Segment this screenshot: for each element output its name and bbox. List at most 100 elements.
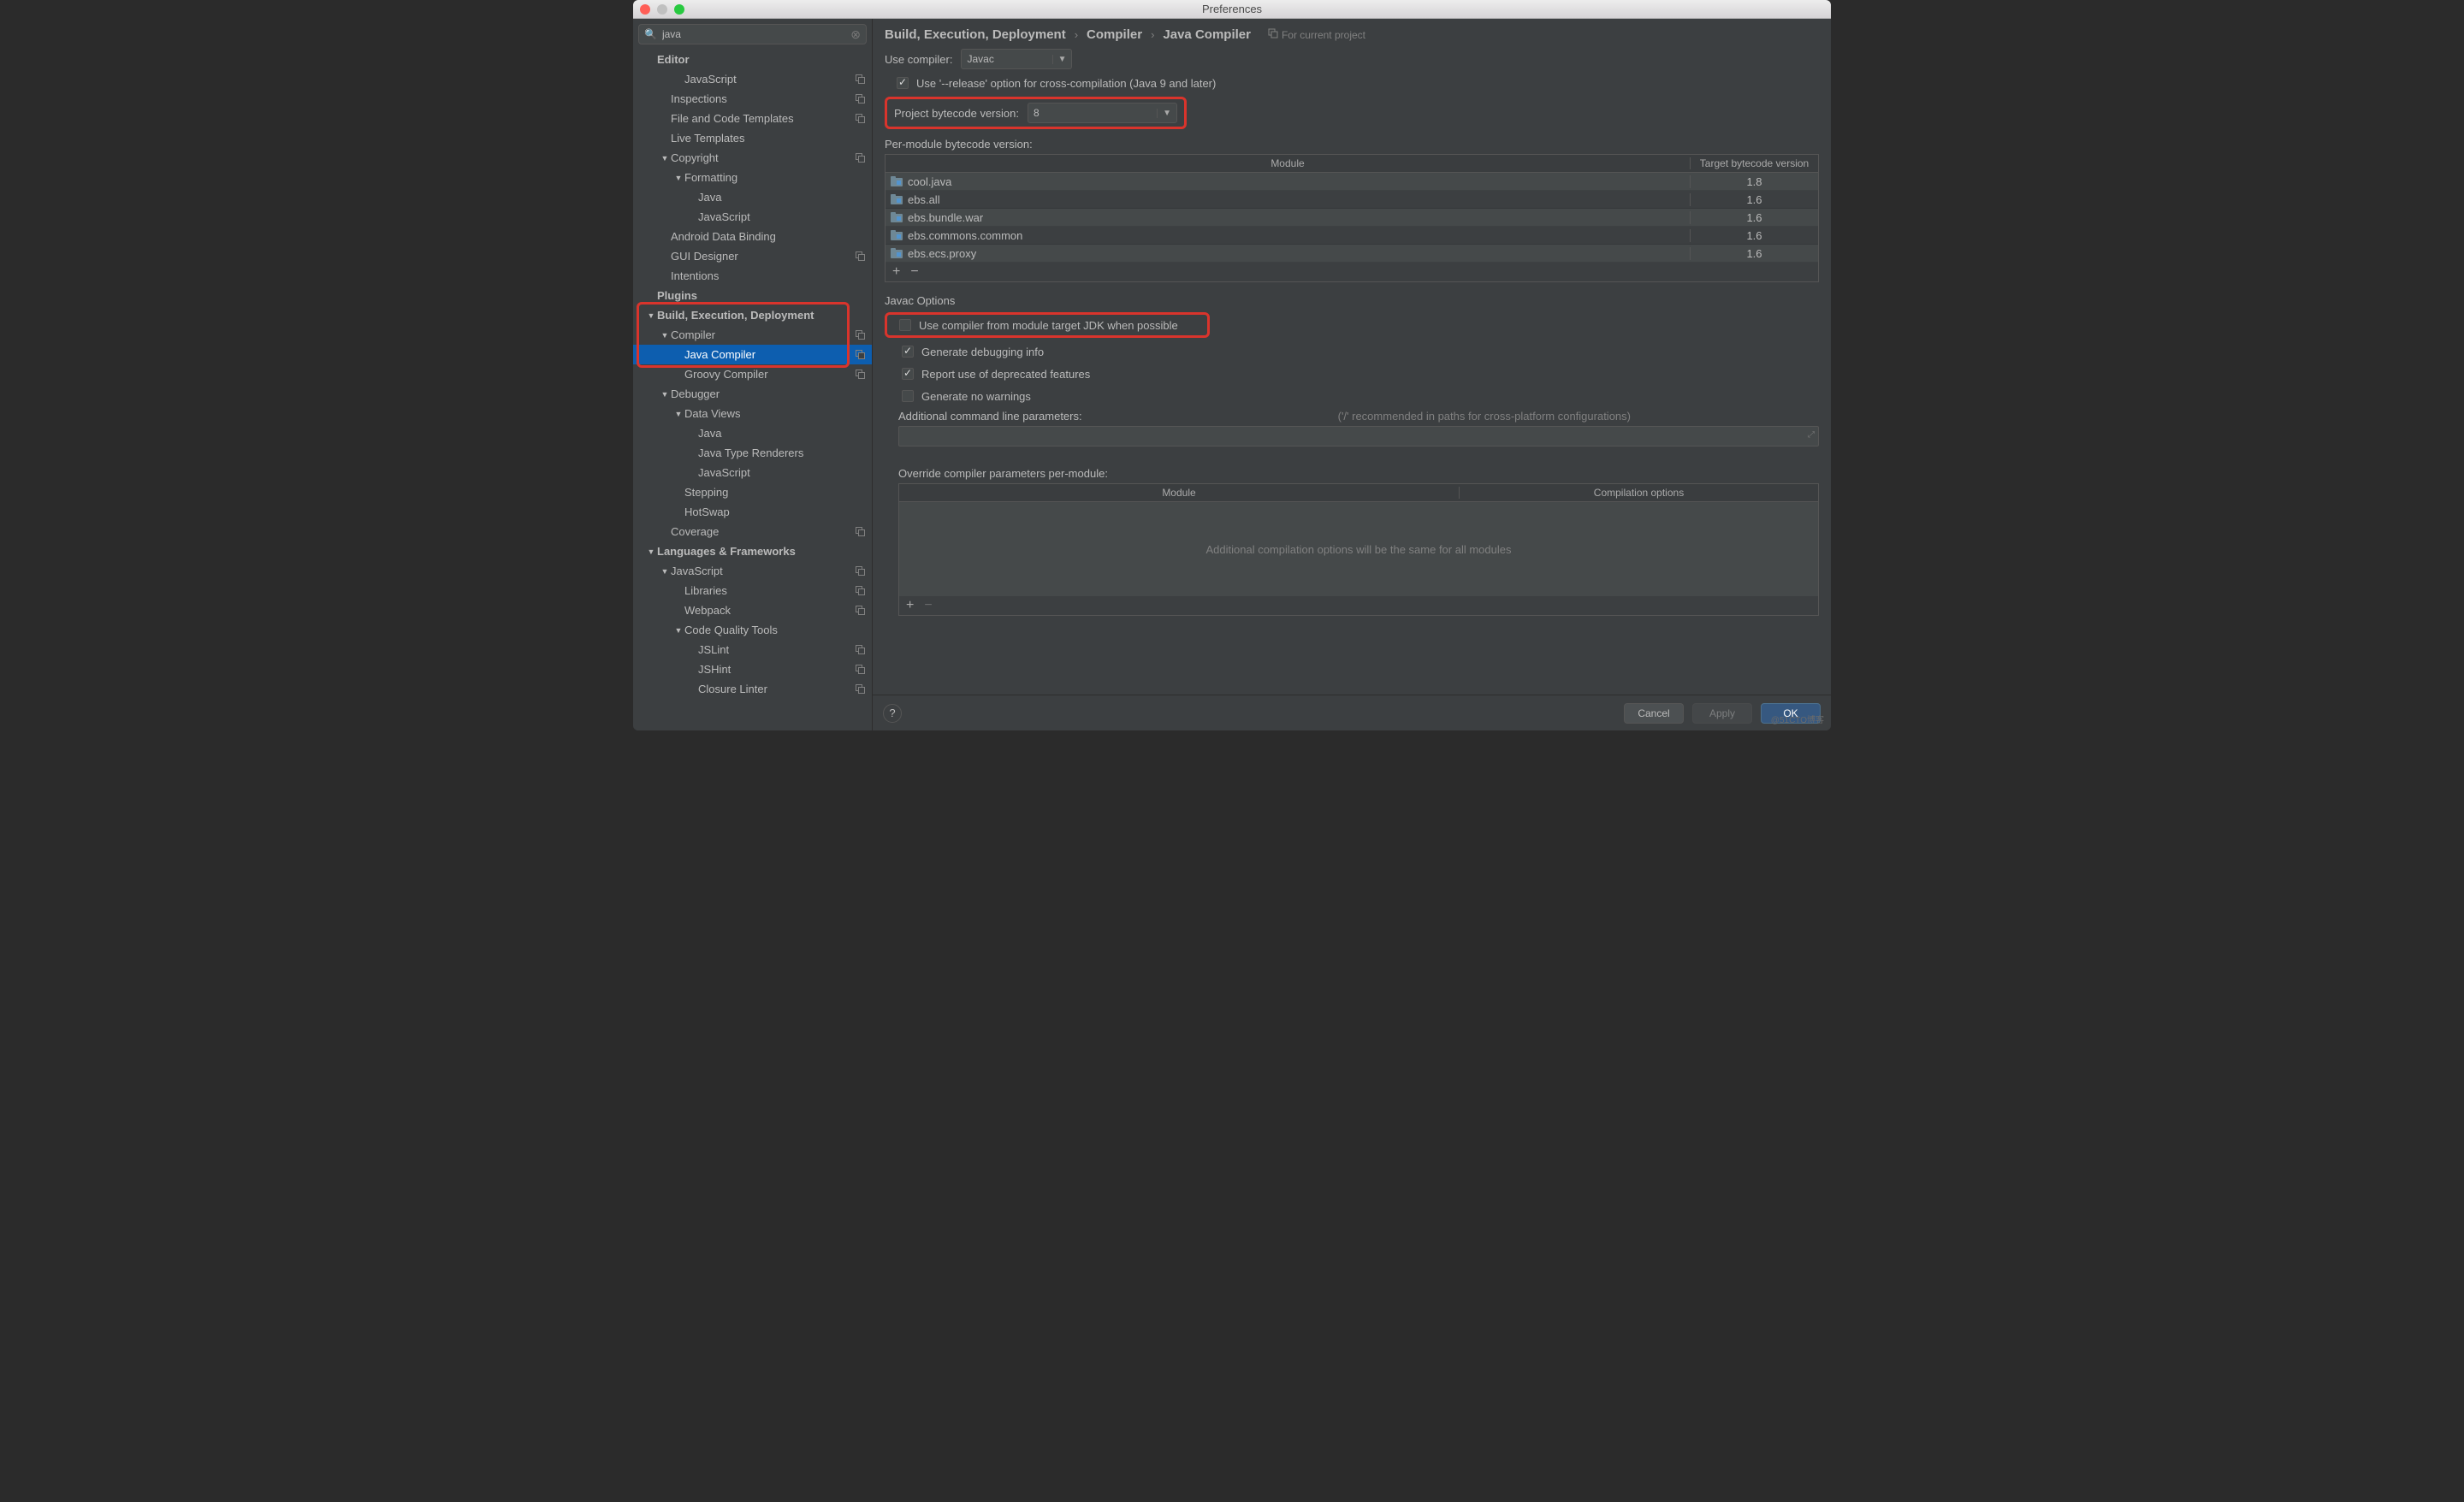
sidebar-item[interactable]: ▼Debugger [633,384,872,404]
table-row[interactable]: cool.java1.8 [886,173,1818,191]
target-bytecode-cell[interactable]: 1.6 [1690,211,1818,224]
sidebar-item[interactable]: Intentions [633,266,872,286]
sidebar-item[interactable]: JavaScript [633,207,872,227]
sidebar-item[interactable]: ▼Copyright [633,148,872,168]
deprecated-row: Report use of deprecated features [885,365,1819,382]
sidebar-item[interactable]: JSLint [633,640,872,659]
deprecated-label[interactable]: Report use of deprecated features [921,368,1090,381]
sidebar-item[interactable]: ▼Languages & Frameworks [633,541,872,561]
target-bytecode-cell[interactable]: 1.6 [1690,247,1818,260]
module-folder-icon [891,212,903,222]
table-row[interactable]: ebs.all1.6 [886,191,1818,209]
sidebar-item[interactable]: File and Code Templates [633,109,872,128]
sidebar-item[interactable]: Android Data Binding [633,227,872,246]
breadcrumb-part[interactable]: Build, Execution, Deployment [885,27,1066,42]
help-button[interactable]: ? [883,704,902,723]
sidebar-item-label: JSHint [698,663,855,676]
use-jdk-compiler-checkbox[interactable] [899,319,911,331]
titlebar: Preferences [633,0,1831,19]
tree-arrow-icon[interactable]: ▼ [645,311,657,320]
expand-icon[interactable]: ⤢ [1808,430,1815,440]
sidebar-item[interactable]: HotSwap [633,502,872,522]
sidebar-item[interactable]: ▼Data Views [633,404,872,423]
clear-search-icon[interactable]: ⊗ [850,27,861,42]
sidebar-item[interactable]: Groovy Compiler [633,364,872,384]
use-release-checkbox[interactable] [897,77,909,89]
sidebar-item[interactable]: JavaScript [633,69,872,89]
sidebar-item[interactable]: Java Type Renderers [633,443,872,463]
table-row[interactable]: ebs.commons.common1.6 [886,227,1818,245]
sidebar-item[interactable]: ▼JavaScript [633,561,872,581]
tree-arrow-icon[interactable]: ▼ [672,626,684,635]
target-bytecode-cell[interactable]: 1.6 [1690,193,1818,206]
override-options-header[interactable]: Compilation options [1459,487,1818,499]
sidebar-item[interactable]: Coverage [633,522,872,541]
sidebar-item[interactable]: Closure Linter [633,679,872,699]
javac-options-label: Javac Options [885,294,1819,307]
sidebar-item[interactable]: Java [633,423,872,443]
nowarn-label[interactable]: Generate no warnings [921,390,1031,403]
generate-debug-checkbox[interactable] [902,346,914,358]
project-bytecode-select[interactable]: 8 ▼ [1028,103,1177,123]
add-button[interactable]: + [906,600,914,612]
add-button[interactable]: + [892,266,900,278]
sidebar-item[interactable]: Inspections [633,89,872,109]
nowarn-checkbox[interactable] [902,390,914,402]
use-compiler-select[interactable]: Javac ▼ [961,49,1072,69]
override-label: Override compiler parameters per-module: [885,467,1819,480]
remove-button[interactable]: − [910,266,918,278]
tree-arrow-icon[interactable]: ▼ [645,547,657,556]
breadcrumb-part[interactable]: Compiler [1087,27,1142,42]
table-row[interactable]: ebs.ecs.proxy1.6 [886,245,1818,263]
addl-params-input[interactable]: ⤢ [898,426,1819,446]
sidebar-item[interactable]: ▼Code Quality Tools [633,620,872,640]
target-column-header[interactable]: Target bytecode version [1690,157,1818,169]
apply-button[interactable]: Apply [1692,703,1752,724]
sidebar-item-label: Intentions [671,269,867,282]
highlight-annotation-bytecode: Project bytecode version: 8 ▼ [885,97,1187,129]
override-empty-message: Additional compilation options will be t… [899,502,1818,596]
module-cell: ebs.bundle.war [886,211,1690,224]
sidebar-item[interactable]: ▼Formatting [633,168,872,187]
use-release-label[interactable]: Use '--release' option for cross-compila… [916,77,1216,90]
sidebar-item[interactable]: ▼Build, Execution, Deployment [633,305,872,325]
project-scope-icon [855,329,867,341]
remove-button[interactable]: − [924,600,932,612]
tree-arrow-icon[interactable]: ▼ [672,174,684,182]
module-column-header[interactable]: Module [886,157,1690,169]
sidebar: 🔍 ⊗ ▼EditorJavaScriptInspectionsFile and… [633,19,873,730]
target-bytecode-cell[interactable]: 1.6 [1690,229,1818,242]
sidebar-item[interactable]: ▼Compiler [633,325,872,345]
table-row[interactable]: ebs.bundle.war1.6 [886,209,1818,227]
tree-arrow-icon[interactable]: ▼ [659,154,671,163]
generate-debug-label[interactable]: Generate debugging info [921,346,1044,358]
tree-arrow-icon[interactable]: ▼ [672,410,684,418]
search-input[interactable] [660,27,850,41]
use-jdk-compiler-label[interactable]: Use compiler from module target JDK when… [919,319,1178,332]
sidebar-item[interactable]: GUI Designer [633,246,872,266]
sidebar-item[interactable]: Libraries [633,581,872,600]
sidebar-item[interactable]: ▼Plugins [633,286,872,305]
settings-tree[interactable]: ▼EditorJavaScriptInspectionsFile and Cod… [633,50,872,730]
sidebar-item[interactable]: JSHint [633,659,872,679]
table-body: cool.java1.8ebs.all1.6ebs.bundle.war1.6e… [886,173,1818,263]
sidebar-item-label: Webpack [684,604,855,617]
sidebar-item[interactable]: JavaScript [633,463,872,482]
sidebar-item[interactable]: Webpack [633,600,872,620]
tree-arrow-icon[interactable]: ▼ [659,331,671,340]
cancel-button[interactable]: Cancel [1624,703,1684,724]
sidebar-item[interactable]: Java [633,187,872,207]
tree-arrow-icon[interactable]: ▼ [659,567,671,576]
target-bytecode-cell[interactable]: 1.8 [1690,175,1818,188]
sidebar-item[interactable]: ▼Editor [633,50,872,69]
tree-arrow-icon[interactable]: ▼ [659,390,671,399]
sidebar-item[interactable]: Live Templates [633,128,872,148]
project-scope-icon [855,74,867,86]
breadcrumb: Build, Execution, Deployment › Compiler … [885,27,1819,42]
deprecated-checkbox[interactable] [902,368,914,380]
sidebar-item[interactable]: Stepping [633,482,872,502]
sidebar-item[interactable]: Java Compiler [633,345,872,364]
override-table: Module Compilation options Additional co… [898,483,1819,616]
search-input-wrapper[interactable]: 🔍 ⊗ [638,24,867,44]
override-module-header[interactable]: Module [899,487,1459,499]
